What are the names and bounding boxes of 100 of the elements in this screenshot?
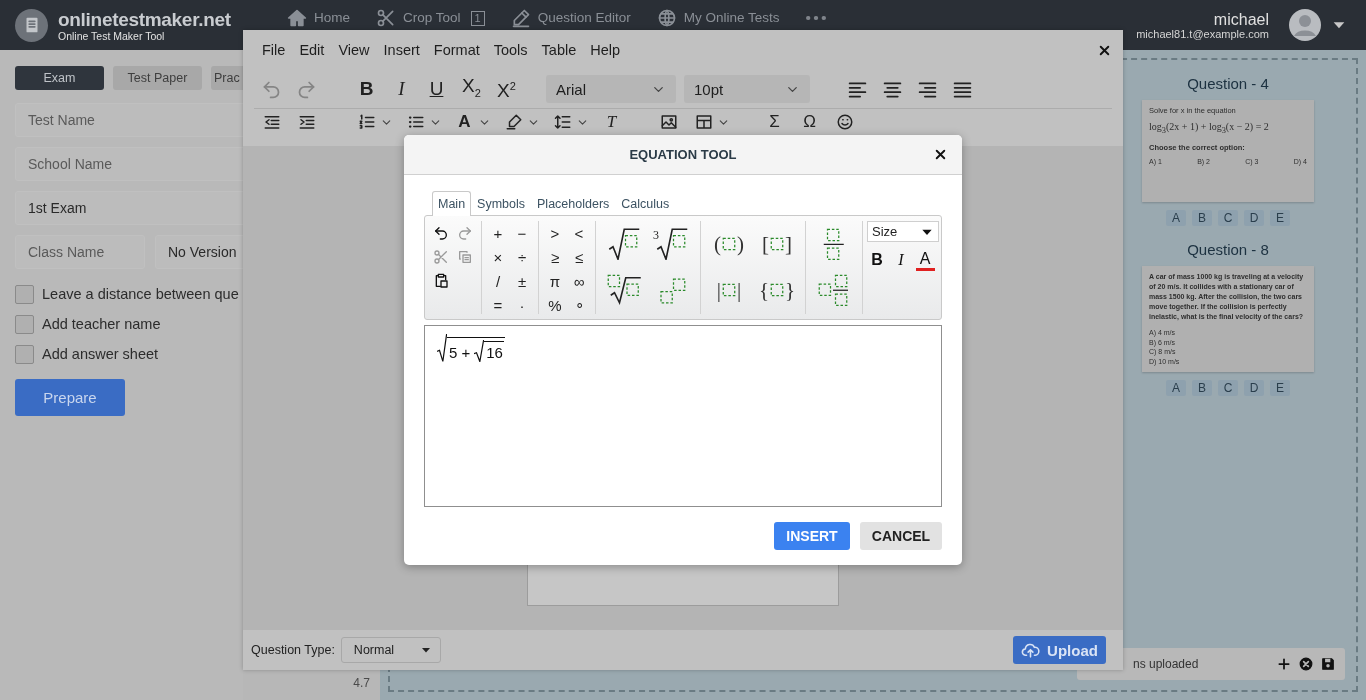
input-field[interactable]: 1st Exam — [15, 191, 243, 225]
answer-button[interactable]: D — [1244, 380, 1264, 396]
question-type-select[interactable]: Normal — [340, 637, 441, 663]
template-button[interactable]: | | — [705, 267, 753, 313]
symbol-button[interactable]: ∞ — [567, 269, 591, 293]
checkbox[interactable] — [15, 314, 34, 334]
table-icon — [694, 113, 713, 131]
symbol-button[interactable]: π — [543, 269, 567, 293]
undo-icon — [433, 225, 449, 241]
tab[interactable]: Calculus — [615, 191, 676, 216]
menu-item[interactable]: Edit — [292, 38, 332, 62]
toolbar-button[interactable]: U — [419, 74, 454, 104]
template-button[interactable]: ( ) — [705, 221, 753, 267]
toolbar-button[interactable]: Ω — [792, 110, 827, 134]
answer-button[interactable]: A — [1166, 380, 1186, 396]
menu-item[interactable]: Table — [534, 38, 584, 62]
nav-link[interactable]: My Online Tests — [656, 8, 780, 28]
nav-link[interactable]: Home — [287, 8, 350, 28]
menu-item[interactable]: Format — [426, 38, 487, 62]
symbol-button[interactable]: ≥ — [543, 245, 567, 269]
input-field[interactable]: Test Name — [15, 103, 243, 137]
size-select[interactable]: 10pt — [684, 75, 810, 103]
close-button[interactable] — [934, 148, 947, 161]
tab[interactable]: Placeholders — [531, 191, 616, 216]
template-button[interactable]: [ ] — [753, 221, 801, 267]
smiley-icon — [835, 113, 854, 131]
question-card[interactable] — [1142, 266, 1314, 372]
more-button[interactable] — [805, 16, 826, 20]
template-button[interactable]: 3 — [648, 221, 696, 267]
font-select[interactable]: Arial — [546, 75, 676, 103]
tab[interactable]: Test Paper — [113, 66, 202, 90]
symbol-button[interactable]: · — [510, 293, 534, 317]
logo-icon[interactable] — [15, 8, 48, 42]
checkbox-label[interactable]: Leave a distance between que — [42, 286, 239, 302]
tab[interactable]: Exam — [15, 66, 104, 90]
format-button[interactable]: A — [915, 248, 935, 272]
symbol-button[interactable]: × — [486, 245, 510, 269]
avatar-icon[interactable] — [1289, 9, 1321, 41]
checkbox[interactable] — [15, 284, 34, 304]
toolbar-button[interactable]: Σ — [757, 110, 792, 134]
toolbar-button[interactable]: I — [384, 74, 419, 104]
equation: log$_{3}$(2x + 1) + log$_{3}$(x − 2) = 2 — [1149, 121, 1270, 135]
scissors-icon — [376, 8, 396, 28]
tab[interactable]: Prac — [211, 66, 243, 90]
marker-icon — [504, 113, 523, 131]
answer-button[interactable]: C — [1218, 380, 1238, 396]
close-circle-icon — [1299, 657, 1313, 671]
nav-link[interactable]: Question Editor — [510, 8, 631, 28]
answer-button[interactable]: B — [1192, 210, 1212, 226]
cancel-button[interactable]: CANCEL — [860, 522, 942, 550]
input-field[interactable]: School Name — [15, 147, 243, 181]
question-title: Question - 4 — [1187, 74, 1269, 94]
toolbar-button[interactable]: A — [447, 110, 482, 134]
tab[interactable]: Main — [432, 191, 472, 216]
radical-sign-icon — [437, 334, 447, 362]
answer-button[interactable]: E — [1270, 380, 1290, 396]
menu-item[interactable]: View — [331, 38, 377, 62]
symbol-button[interactable]: / — [486, 269, 510, 293]
symbol-button[interactable]: > — [543, 221, 567, 245]
symbol-button[interactable]: = — [486, 293, 510, 317]
toolbar-button[interactable]: B — [349, 74, 384, 104]
menu-item[interactable]: Help — [583, 38, 628, 62]
symbol-button[interactable]: ± — [510, 269, 534, 293]
symbol-button[interactable]: ∘ — [567, 293, 591, 317]
answer-button[interactable]: D — [1244, 210, 1264, 226]
upload-button[interactable]: Upload — [1013, 636, 1106, 664]
menu-item[interactable]: Tools — [486, 38, 535, 62]
format-button[interactable]: B — [867, 248, 887, 272]
toolbar-button[interactable]: T — [594, 110, 629, 134]
answer-button[interactable]: A — [1166, 210, 1186, 226]
home-icon — [287, 8, 307, 28]
symbol-button[interactable]: ≤ — [567, 245, 591, 269]
menu-item[interactable]: File — [255, 38, 293, 62]
toolbar-button[interactable]: X$^{2}$ — [489, 74, 524, 104]
symbol-button[interactable]: − — [510, 221, 534, 245]
size-select[interactable]: Size — [867, 221, 939, 242]
site-name[interactable]: onlinetestmaker.net — [58, 8, 231, 30]
equation-editor[interactable]: 5 + 16 — [424, 325, 942, 507]
input-field[interactable]: Class Name — [15, 235, 145, 269]
insert-button[interactable]: INSERT — [774, 522, 850, 550]
user-email: michael81.t@example.com — [1136, 27, 1269, 40]
symbol-button[interactable]: ÷ — [510, 245, 534, 269]
answer-button[interactable]: B — [1192, 380, 1212, 396]
version-select[interactable]: No Version — [155, 235, 243, 269]
format-button[interactable]: I — [891, 248, 911, 272]
answer-button[interactable]: C — [1218, 210, 1238, 226]
symbol-button[interactable]: % — [543, 293, 567, 317]
menu-item[interactable]: Insert — [376, 38, 427, 62]
template-button[interactable]: { } — [753, 267, 801, 313]
checkbox[interactable] — [15, 344, 34, 364]
symbol-button[interactable]: < — [567, 221, 591, 245]
answer-button[interactable]: E — [1270, 210, 1290, 226]
tab[interactable]: Symbols — [471, 191, 532, 216]
close-button[interactable] — [1098, 43, 1111, 57]
toolbar-button[interactable]: X$_{2}$ — [454, 74, 489, 104]
user-name: michael — [1213, 10, 1269, 28]
symbol-button[interactable]: + — [486, 221, 510, 245]
checkbox-label[interactable]: Add teacher name — [42, 316, 161, 332]
nav-link[interactable]: Crop Tool 1 — [376, 8, 485, 28]
checkbox-label[interactable]: Add answer sheet — [42, 346, 159, 362]
